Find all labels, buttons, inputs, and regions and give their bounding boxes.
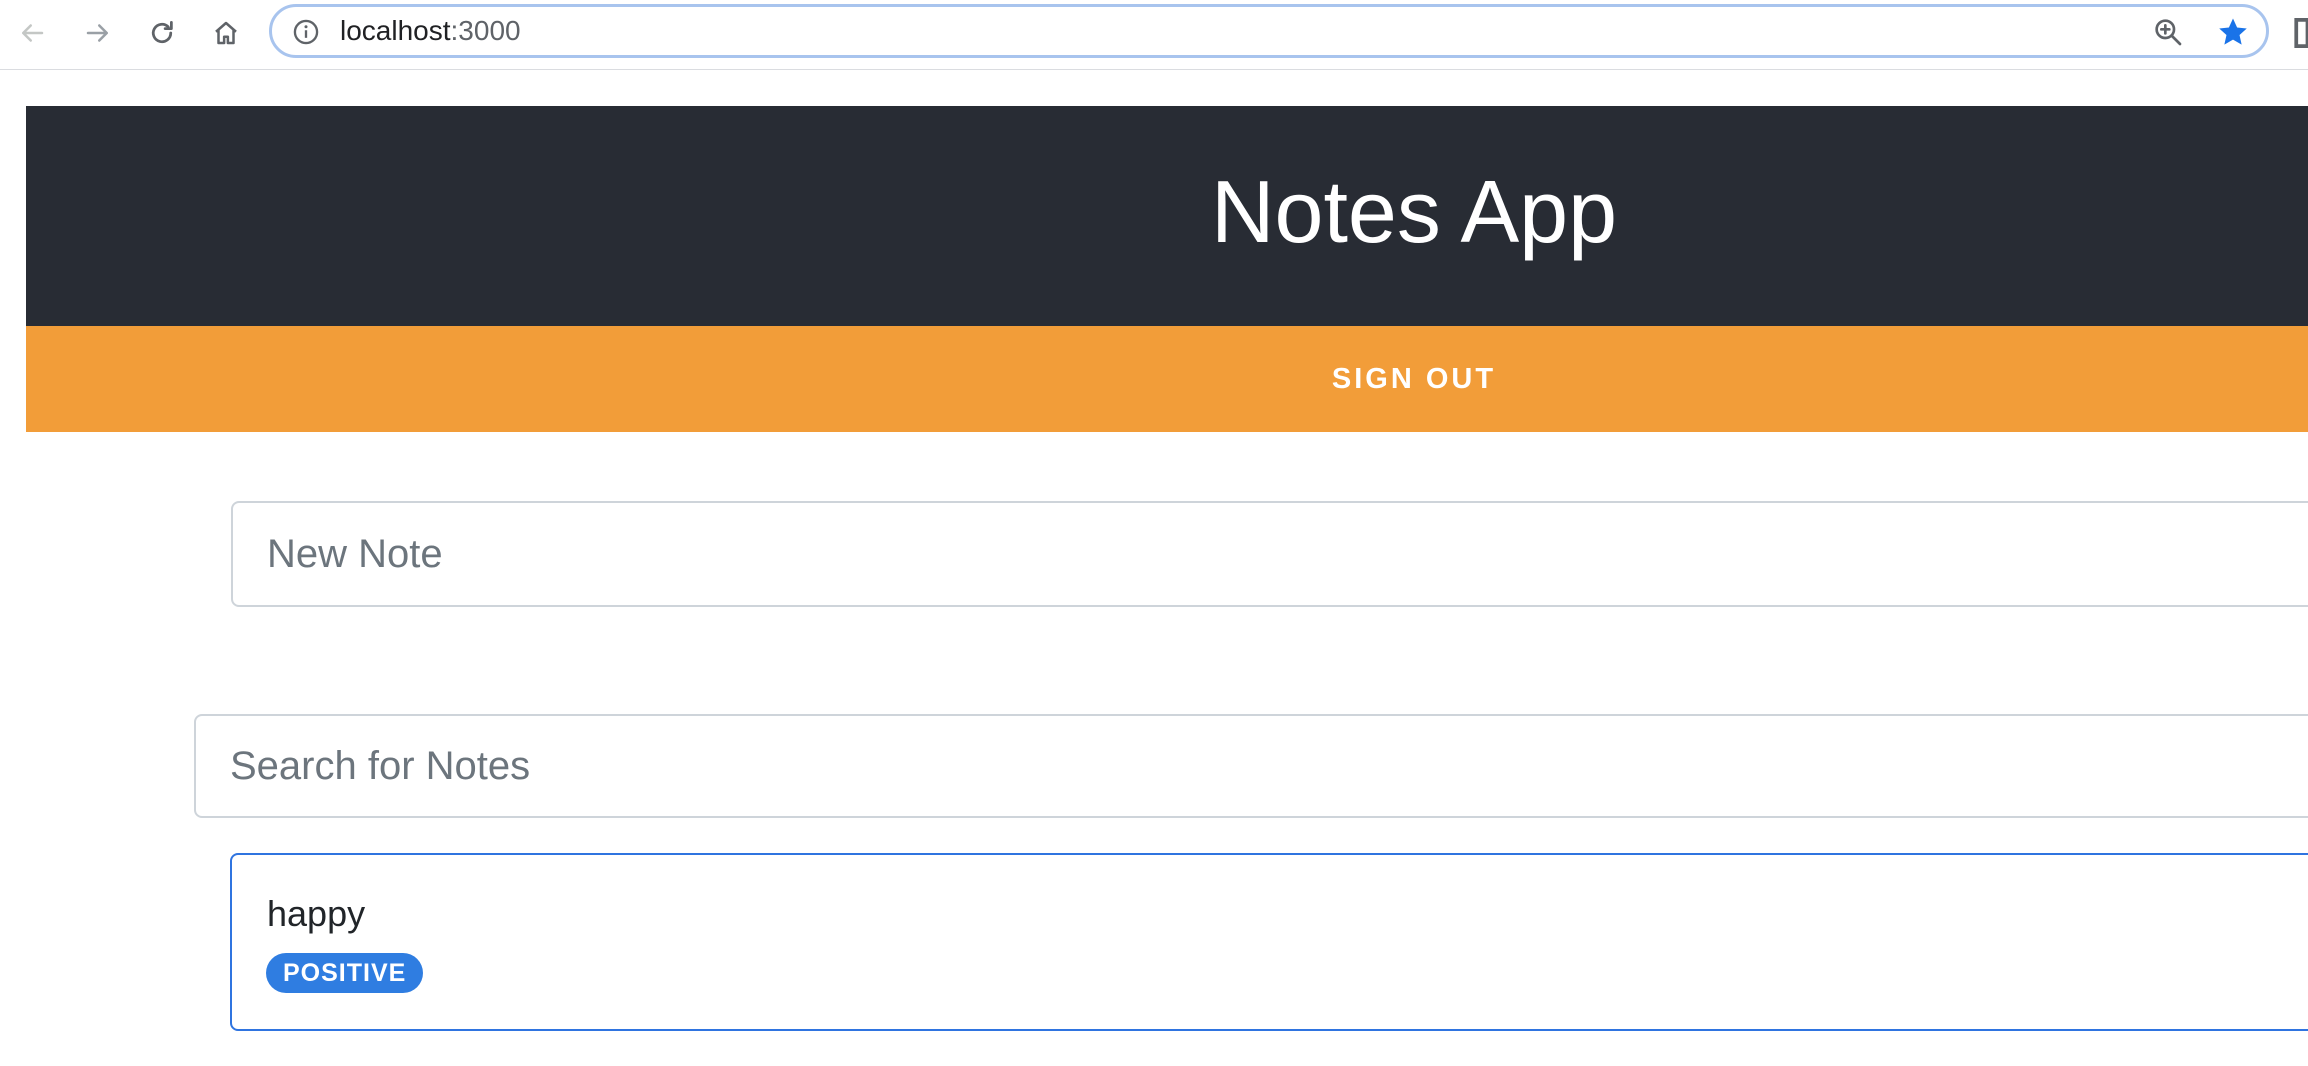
app-header: Notes App <box>26 106 2308 326</box>
note-card[interactable]: happy POSITIVE <box>230 853 2308 1031</box>
sentiment-badge: POSITIVE <box>266 953 424 993</box>
url-host: localhost <box>340 15 451 46</box>
new-note-input[interactable] <box>231 501 2308 607</box>
app-title: Notes App <box>1210 162 1618 261</box>
browser-toolbar: localhost:3000 <box>0 0 2308 70</box>
star-icon[interactable] <box>2216 15 2250 49</box>
url-text[interactable]: localhost:3000 <box>340 7 521 55</box>
note-text: happy <box>267 893 366 934</box>
address-bar[interactable]: localhost:3000 <box>269 4 2269 58</box>
search-input[interactable] <box>194 714 2308 818</box>
info-icon[interactable] <box>292 18 320 46</box>
extension-icon[interactable] <box>2292 18 2308 48</box>
url-port: :3000 <box>450 15 521 46</box>
sign-out-button[interactable]: SIGN OUT <box>26 326 2308 432</box>
reload-icon[interactable] <box>138 10 186 56</box>
forward-arrow-icon[interactable] <box>74 10 122 56</box>
sign-out-label: SIGN OUT <box>1331 363 1497 395</box>
zoom-icon[interactable] <box>2152 16 2184 48</box>
back-arrow-icon[interactable] <box>8 10 56 56</box>
home-icon[interactable] <box>202 10 250 56</box>
